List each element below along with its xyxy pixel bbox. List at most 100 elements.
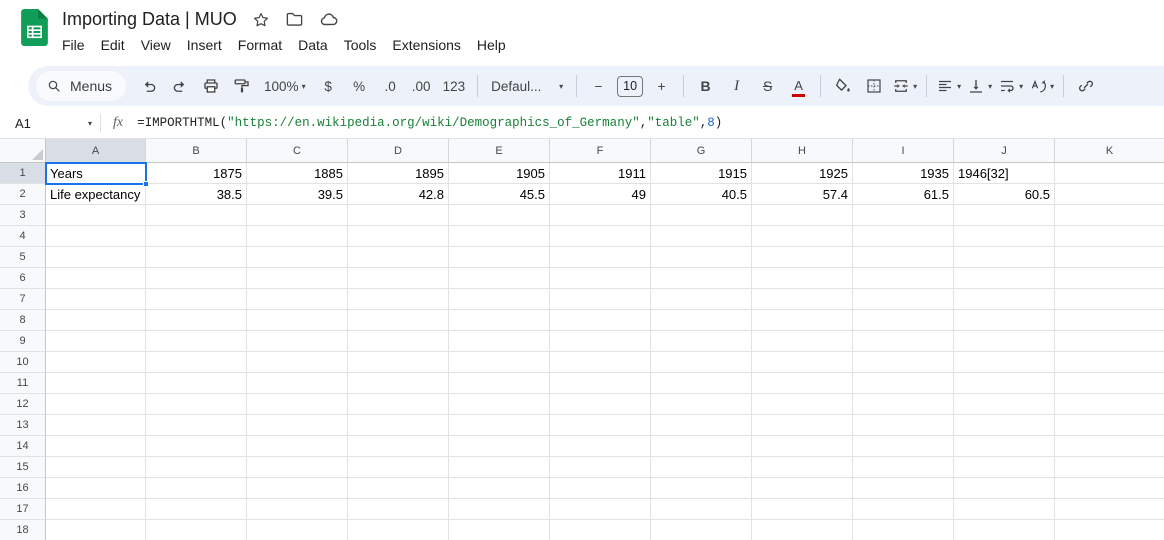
cell-C13[interactable] <box>247 415 348 436</box>
number-format-button[interactable]: 123 <box>438 72 471 100</box>
cell-F13[interactable] <box>550 415 651 436</box>
move-folder-icon[interactable] <box>285 10 305 30</box>
cell-K7[interactable] <box>1055 289 1164 310</box>
cell-H10[interactable] <box>752 352 853 373</box>
column-header-D[interactable]: D <box>348 139 449 163</box>
cell-F14[interactable] <box>550 436 651 457</box>
cell-E17[interactable] <box>449 499 550 520</box>
cell-G6[interactable] <box>651 268 752 289</box>
cell-J8[interactable] <box>954 310 1055 331</box>
cell-K5[interactable] <box>1055 247 1164 268</box>
cell-D10[interactable] <box>348 352 449 373</box>
star-icon[interactable] <box>251 10 271 30</box>
select-all-corner[interactable] <box>0 139 46 163</box>
cell-E4[interactable] <box>449 226 550 247</box>
cell-I7[interactable] <box>853 289 954 310</box>
row-header-8[interactable]: 8 <box>0 310 46 331</box>
cell-H11[interactable] <box>752 373 853 394</box>
cell-D17[interactable] <box>348 499 449 520</box>
cell-D16[interactable] <box>348 478 449 499</box>
column-header-B[interactable]: B <box>146 139 247 163</box>
cell-G12[interactable] <box>651 394 752 415</box>
menus-button[interactable]: Menus <box>36 71 127 101</box>
cell-H8[interactable] <box>752 310 853 331</box>
cell-H12[interactable] <box>752 394 853 415</box>
cell-J9[interactable] <box>954 331 1055 352</box>
cell-F4[interactable] <box>550 226 651 247</box>
cell-A10[interactable] <box>46 352 146 373</box>
cell-I6[interactable] <box>853 268 954 289</box>
cell-D5[interactable] <box>348 247 449 268</box>
cell-A5[interactable] <box>46 247 146 268</box>
cell-A2[interactable]: Life expectancy <box>46 184 146 205</box>
cell-H16[interactable] <box>752 478 853 499</box>
cell-E12[interactable] <box>449 394 550 415</box>
menu-view[interactable]: View <box>133 35 179 55</box>
row-header-1[interactable]: 1 <box>0 163 46 184</box>
cell-B8[interactable] <box>146 310 247 331</box>
cell-J15[interactable] <box>954 457 1055 478</box>
cell-I16[interactable] <box>853 478 954 499</box>
cell-K14[interactable] <box>1055 436 1164 457</box>
cell-B18[interactable] <box>146 520 247 540</box>
cell-J3[interactable] <box>954 205 1055 226</box>
cell-F8[interactable] <box>550 310 651 331</box>
cell-K18[interactable] <box>1055 520 1164 540</box>
cell-B1[interactable]: 1875 <box>146 163 247 184</box>
cell-A13[interactable] <box>46 415 146 436</box>
cell-C14[interactable] <box>247 436 348 457</box>
cell-D13[interactable] <box>348 415 449 436</box>
cell-B15[interactable] <box>146 457 247 478</box>
cell-F7[interactable] <box>550 289 651 310</box>
cell-C18[interactable] <box>247 520 348 540</box>
cell-E16[interactable] <box>449 478 550 499</box>
cell-D6[interactable] <box>348 268 449 289</box>
cell-K12[interactable] <box>1055 394 1164 415</box>
font-size-input[interactable]: 10 <box>617 75 644 97</box>
column-header-K[interactable]: K <box>1055 139 1164 163</box>
cell-I14[interactable] <box>853 436 954 457</box>
formula-input[interactable]: =IMPORTHTML("https://en.wikipedia.org/wi… <box>137 116 722 130</box>
cell-F16[interactable] <box>550 478 651 499</box>
cell-D4[interactable] <box>348 226 449 247</box>
cell-H9[interactable] <box>752 331 853 352</box>
cell-I1[interactable]: 1935 <box>853 163 954 184</box>
cell-J14[interactable] <box>954 436 1055 457</box>
cell-K17[interactable] <box>1055 499 1164 520</box>
font-family-select[interactable]: Defaul... ▾ <box>485 72 569 100</box>
cell-K10[interactable] <box>1055 352 1164 373</box>
cell-G8[interactable] <box>651 310 752 331</box>
increase-decimal-button[interactable]: .00 <box>407 72 436 100</box>
menu-data[interactable]: Data <box>290 35 336 55</box>
italic-button[interactable]: I <box>722 72 751 100</box>
cell-D15[interactable] <box>348 457 449 478</box>
column-header-C[interactable]: C <box>247 139 348 163</box>
cell-I18[interactable] <box>853 520 954 540</box>
cell-C6[interactable] <box>247 268 348 289</box>
cell-K11[interactable] <box>1055 373 1164 394</box>
cell-C15[interactable] <box>247 457 348 478</box>
menu-edit[interactable]: Edit <box>93 35 133 55</box>
cell-E5[interactable] <box>449 247 550 268</box>
cell-H1[interactable]: 1925 <box>752 163 853 184</box>
decrease-decimal-button[interactable]: .0 <box>376 72 405 100</box>
cell-C11[interactable] <box>247 373 348 394</box>
cell-E7[interactable] <box>449 289 550 310</box>
cell-K16[interactable] <box>1055 478 1164 499</box>
cell-I4[interactable] <box>853 226 954 247</box>
cell-B7[interactable] <box>146 289 247 310</box>
cell-F18[interactable] <box>550 520 651 540</box>
cell-A1[interactable]: Years <box>46 163 146 184</box>
cell-A6[interactable] <box>46 268 146 289</box>
cell-B17[interactable] <box>146 499 247 520</box>
cell-E9[interactable] <box>449 331 550 352</box>
column-header-G[interactable]: G <box>651 139 752 163</box>
cell-H18[interactable] <box>752 520 853 540</box>
cell-B13[interactable] <box>146 415 247 436</box>
cell-A9[interactable] <box>46 331 146 352</box>
cell-G16[interactable] <box>651 478 752 499</box>
cell-I17[interactable] <box>853 499 954 520</box>
increase-font-size-button[interactable]: + <box>647 72 676 100</box>
cell-E8[interactable] <box>449 310 550 331</box>
cell-E11[interactable] <box>449 373 550 394</box>
